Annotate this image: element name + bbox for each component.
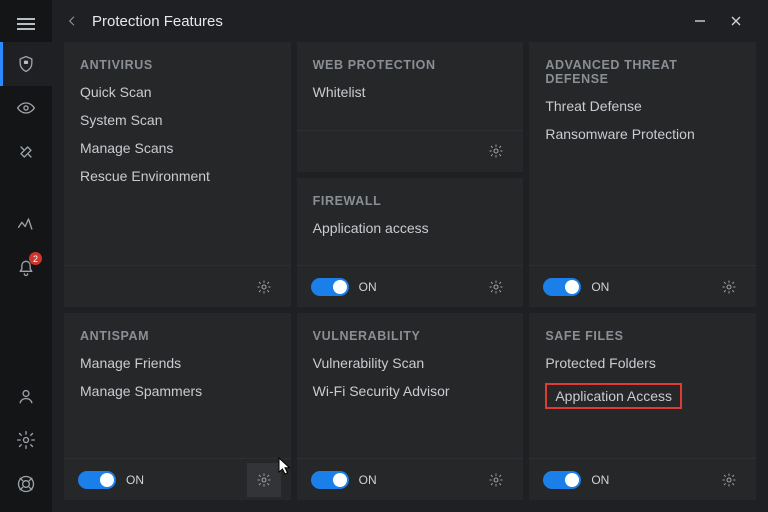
toggle-label: ON	[591, 280, 609, 294]
minimize-icon	[694, 15, 706, 27]
eye-icon	[16, 98, 36, 118]
close-button[interactable]	[718, 7, 754, 35]
toggle-label: ON	[126, 473, 144, 487]
gear-icon	[488, 472, 504, 488]
toggle-label: ON	[359, 473, 377, 487]
rail-tools[interactable]	[0, 130, 52, 174]
panel-header: VULNERABILITY	[297, 313, 524, 351]
panel-firewall: FIREWALL Application access ON	[297, 178, 524, 308]
antivirus-system-scan[interactable]: System Scan	[80, 112, 275, 128]
panels-grid: ANTIVIRUS Quick Scan System Scan Manage …	[52, 42, 768, 512]
page-title: Protection Features	[92, 13, 223, 30]
titlebar: Protection Features	[52, 0, 768, 42]
tools-icon	[16, 142, 36, 162]
hamburger-icon	[17, 18, 35, 30]
lifebuoy-icon	[16, 474, 36, 494]
rail-privacy[interactable]	[0, 86, 52, 130]
chevron-left-icon	[65, 14, 79, 28]
gear-icon	[488, 279, 504, 295]
menu-button[interactable]	[0, 2, 52, 46]
toggle-label: ON	[359, 280, 377, 294]
adv-ransomware[interactable]: Ransomware Protection	[545, 126, 740, 142]
antivirus-rescue-env[interactable]: Rescue Environment	[80, 168, 275, 184]
antispam-spammers[interactable]: Manage Spammers	[80, 383, 275, 399]
vuln-wifi[interactable]: Wi-Fi Security Advisor	[313, 383, 508, 399]
antivirus-manage-scans[interactable]: Manage Scans	[80, 140, 275, 156]
rail-notifications[interactable]: 2	[0, 246, 52, 290]
rail-account[interactable]	[0, 374, 52, 418]
safefiles-settings[interactable]	[712, 463, 746, 497]
gear-icon	[721, 279, 737, 295]
vulnerability-settings[interactable]	[479, 463, 513, 497]
panel-web-protection: WEB PROTECTION Whitelist	[297, 42, 524, 172]
panel-header: ANTISPAM	[64, 313, 291, 351]
user-icon	[16, 386, 36, 406]
antispam-settings[interactable]	[247, 463, 281, 497]
web-whitelist[interactable]: Whitelist	[313, 84, 508, 100]
gear-icon	[256, 472, 272, 488]
adv-threat-defense[interactable]: Threat Defense	[545, 98, 740, 114]
panel-antispam: ANTISPAM Manage Friends Manage Spammers …	[64, 313, 291, 500]
panel-vulnerability: VULNERABILITY Vulnerability Scan Wi-Fi S…	[297, 313, 524, 500]
minimize-button[interactable]	[682, 7, 718, 35]
advanced-settings[interactable]	[712, 270, 746, 304]
gear-icon	[256, 279, 272, 295]
panel-header: SAFE FILES	[529, 313, 756, 351]
panel-antivirus: ANTIVIRUS Quick Scan System Scan Manage …	[64, 42, 291, 307]
panel-header: ADVANCED THREAT DEFENSE	[529, 42, 756, 94]
gear-icon	[16, 430, 36, 450]
left-rail: 2	[0, 0, 52, 512]
antispam-friends[interactable]: Manage Friends	[80, 355, 275, 371]
panel-header: WEB PROTECTION	[297, 42, 524, 80]
rail-settings[interactable]	[0, 418, 52, 462]
antivirus-settings[interactable]	[247, 270, 281, 304]
panel-header: FIREWALL	[297, 178, 524, 216]
advanced-toggle[interactable]	[543, 278, 581, 296]
vuln-scan[interactable]: Vulnerability Scan	[313, 355, 508, 371]
rail-activity[interactable]	[0, 202, 52, 246]
rail-support[interactable]	[0, 462, 52, 506]
antispam-toggle[interactable]	[78, 471, 116, 489]
main-area: Protection Features ANTIVIRUS Quick Scan…	[52, 0, 768, 512]
panel-advanced-threat: ADVANCED THREAT DEFENSE Threat Defense R…	[529, 42, 756, 307]
firewall-app-access[interactable]: Application access	[313, 220, 508, 236]
close-icon	[730, 15, 742, 27]
antivirus-quick-scan[interactable]: Quick Scan	[80, 84, 275, 100]
rail-protection[interactable]	[0, 42, 52, 86]
shield-icon	[16, 54, 36, 74]
gear-icon	[488, 143, 504, 159]
safefiles-application-access[interactable]: Application Access	[545, 383, 682, 409]
vulnerability-toggle[interactable]	[311, 471, 349, 489]
panel-safe-files: SAFE FILES Protected Folders Application…	[529, 313, 756, 500]
back-button[interactable]	[58, 7, 86, 35]
activity-icon	[16, 214, 36, 234]
firewall-settings[interactable]	[479, 270, 513, 304]
safefiles-toggle[interactable]	[543, 471, 581, 489]
notification-badge: 2	[29, 252, 42, 265]
safefiles-protected-folders[interactable]: Protected Folders	[545, 355, 740, 371]
gear-icon	[721, 472, 737, 488]
panel-header: ANTIVIRUS	[64, 42, 291, 80]
toggle-label: ON	[591, 473, 609, 487]
webprotection-settings[interactable]	[479, 134, 513, 168]
firewall-toggle[interactable]	[311, 278, 349, 296]
